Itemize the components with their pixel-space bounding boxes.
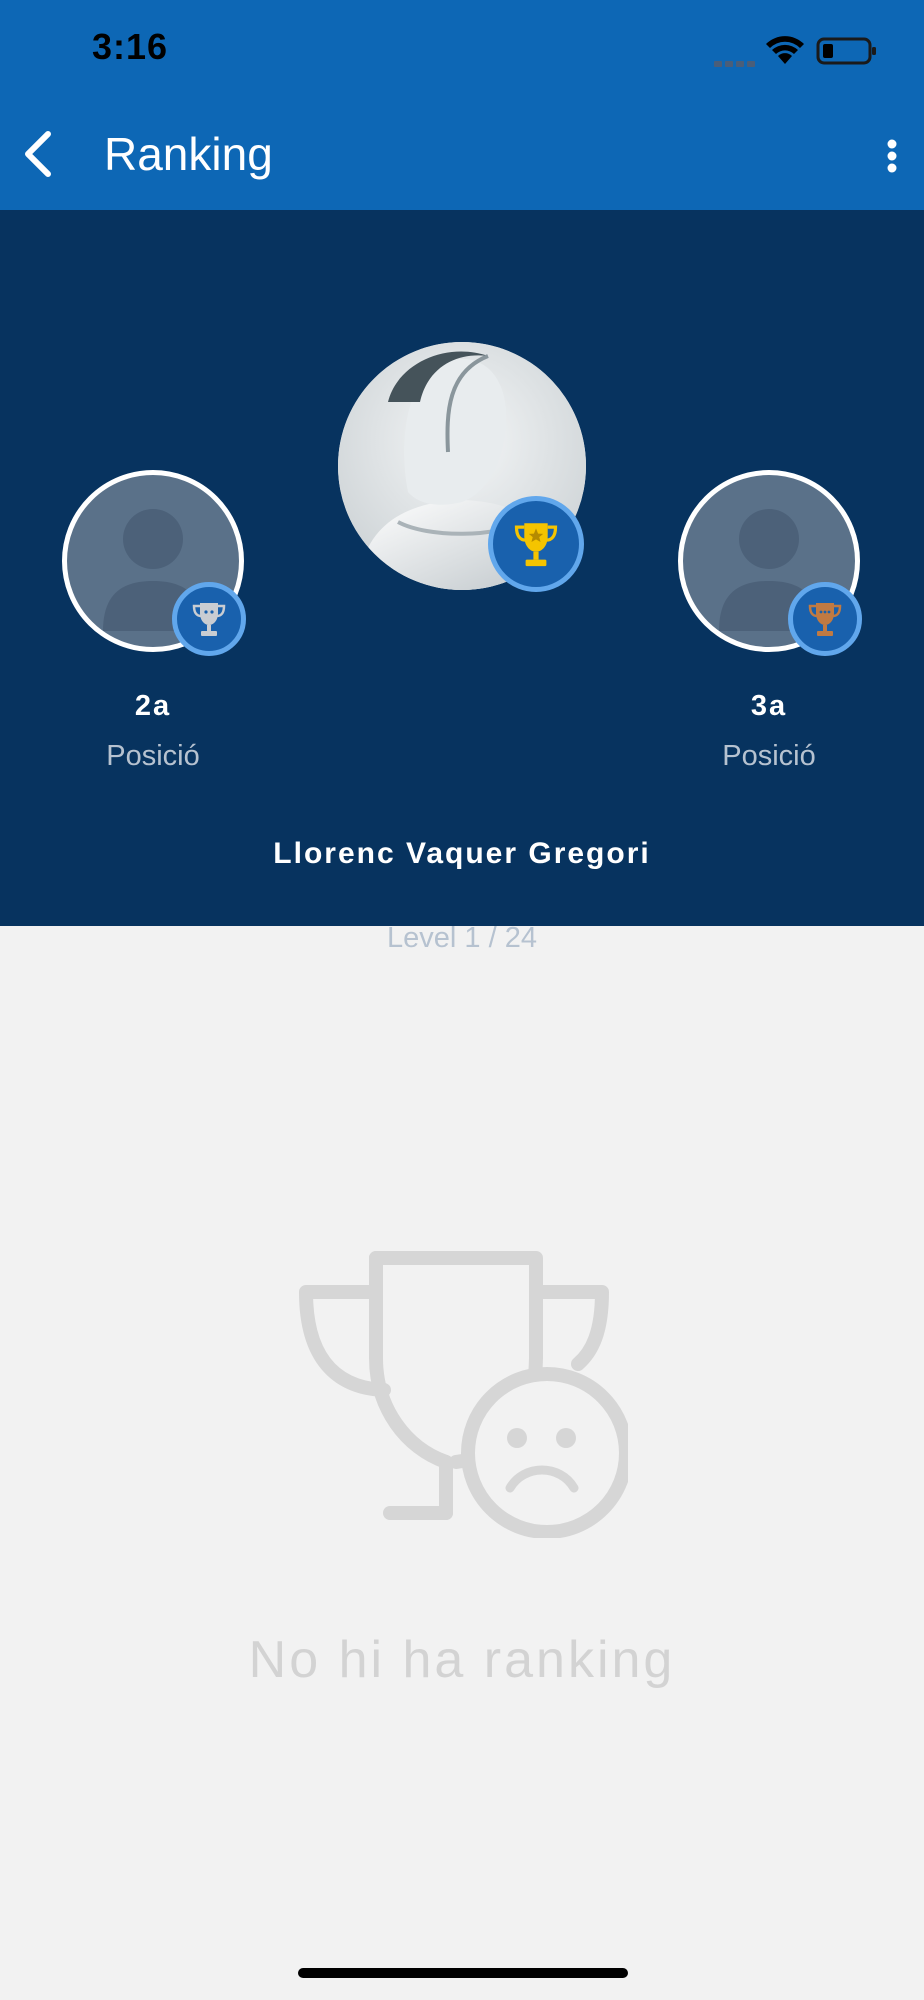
page-title: Ranking [104,128,273,180]
battery-icon [816,37,876,65]
wifi-icon [766,36,804,64]
gold-trophy-icon [514,523,558,567]
status-time: 3:16 [92,26,169,67]
user-level: Level 1 / 24 [387,922,537,954]
more-options-button[interactable] [874,128,910,184]
bronze-trophy-icon [808,603,842,636]
third-place-position: 3a [750,690,788,722]
third-place-label: Posició [722,740,816,772]
app-bar: Ranking [0,100,924,210]
silver-trophy-badge [172,582,246,656]
second-place-position: 2a [134,690,172,722]
empty-state-message: No hi ha ranking [248,1631,676,1689]
user-name: Llorenc Vaquer Gregori [273,837,651,870]
bronze-trophy-badge [788,582,862,656]
signal-icon [714,54,758,67]
podium-section: 2a Posició Llorenc Vaquer Gregori Level … [0,210,924,954]
status-bar: 3:16 [0,0,924,100]
silver-trophy-icon [192,603,226,636]
home-indicator[interactable] [298,1968,628,1978]
sad-trophy-icon [299,1251,628,1538]
second-place-label: Posició [106,740,200,772]
gold-trophy-badge [488,496,584,592]
back-button[interactable] [14,126,70,182]
